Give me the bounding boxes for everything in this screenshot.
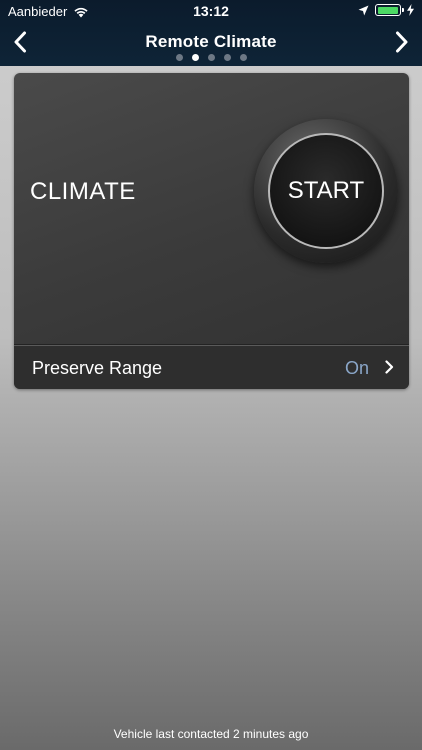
page-title: Remote Climate	[145, 32, 277, 51]
start-button-ring: START	[254, 119, 398, 263]
page-dot[interactable]	[175, 54, 183, 61]
navigation-bar: Remote Climate	[0, 22, 422, 66]
chevron-right-icon	[385, 360, 394, 379]
battery-icon	[375, 4, 404, 16]
preserve-range-value: On	[344, 358, 369, 378]
climate-card: CLIMATE START Preserve Range On	[14, 73, 409, 389]
card-divider	[14, 344, 409, 345]
page-dot[interactable]	[207, 54, 215, 61]
start-climate-button[interactable]: START	[268, 133, 384, 249]
page-indicator[interactable]	[0, 54, 422, 61]
page-dot[interactable]	[223, 54, 231, 61]
charging-bolt-icon	[407, 4, 414, 16]
status-bar: Aanbieder 13:12	[0, 0, 422, 22]
battery-level	[377, 6, 398, 14]
preserve-range-row[interactable]: Preserve Range On	[14, 346, 409, 389]
page-dot[interactable]	[239, 54, 247, 61]
preserve-range-label: Preserve Range	[32, 358, 163, 378]
climate-label: CLIMATE	[30, 178, 136, 205]
top-bar: Aanbieder 13:12 Remote Climate	[0, 0, 422, 66]
page-dot-active[interactable]	[191, 54, 199, 61]
vehicle-contact-status: Vehicle last contacted 2 minutes ago	[113, 727, 309, 741]
battery-cap	[402, 8, 404, 12]
location-arrow-icon	[358, 5, 369, 16]
status-right-group	[358, 4, 414, 16]
